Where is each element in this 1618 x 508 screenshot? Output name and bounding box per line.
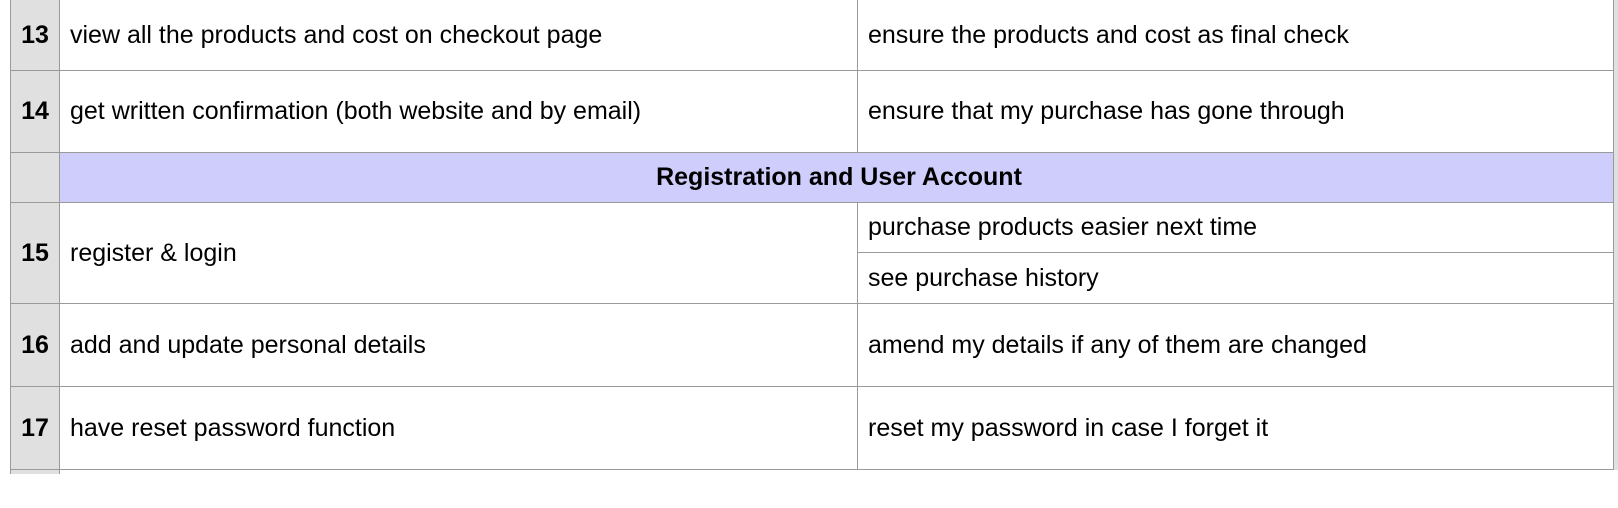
table-cell-want[interactable]: have reset password function	[60, 387, 857, 469]
table-cell-reason[interactable]: ensure that my purchase has gone through	[857, 71, 1618, 152]
table-cell-reason[interactable]: amend my details if any of them are chan…	[857, 304, 1618, 386]
table-cell-want[interactable]: view all the products and cost on checko…	[60, 0, 857, 70]
row-number-stub	[10, 470, 60, 474]
table-cell-want[interactable]: add and update personal details	[60, 304, 857, 386]
row-number[interactable]: 15	[10, 203, 60, 303]
row-number[interactable]: 14	[10, 71, 60, 152]
spreadsheet-table: 13 view all the products and cost on che…	[0, 0, 1618, 508]
table-cell-reason[interactable]: reset my password in case I forget it	[857, 387, 1618, 469]
row-number[interactable]: 13	[10, 0, 60, 70]
row-divider	[10, 469, 1618, 470]
right-edge	[1613, 0, 1618, 470]
row-number-blank[interactable]	[10, 153, 60, 202]
table-cell-want[interactable]: get written confirmation (both website a…	[60, 71, 857, 152]
table-cell-reason[interactable]: purchase products easier next time	[857, 203, 1618, 252]
row-number[interactable]: 17	[10, 387, 60, 469]
table-cell-want[interactable]: register & login	[60, 203, 857, 303]
row-number[interactable]: 16	[10, 304, 60, 386]
table-cell-reason[interactable]: ensure the products and cost as final ch…	[857, 0, 1618, 70]
table-cell-reason[interactable]: see purchase history	[857, 253, 1618, 303]
section-header[interactable]: Registration and User Account	[60, 153, 1618, 202]
